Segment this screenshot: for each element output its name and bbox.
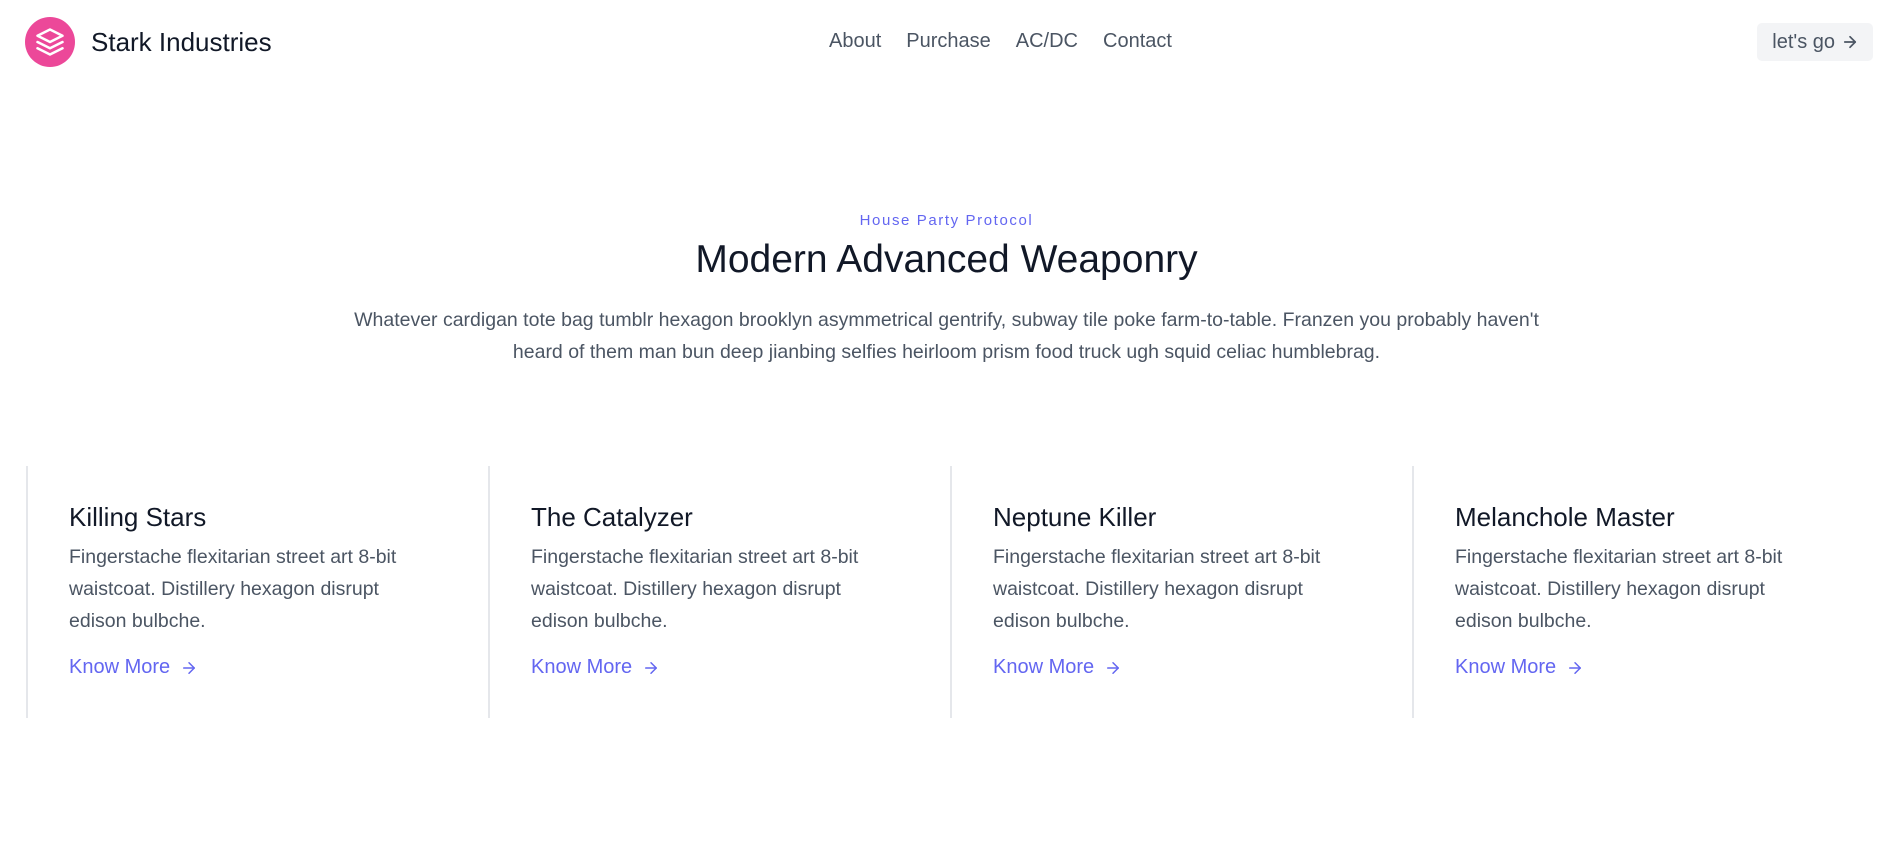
feature-card: Killing Stars Fingerstache flexitarian s… bbox=[26, 466, 488, 718]
lets-go-button[interactable]: let's go bbox=[1757, 23, 1873, 61]
know-more-link[interactable]: Know More bbox=[993, 656, 1122, 679]
feature-card: The Catalyzer Fingerstache flexitarian s… bbox=[488, 466, 950, 718]
arrow-right-icon bbox=[1569, 661, 1582, 674]
card-text: Fingerstache flexitarian street art 8-bi… bbox=[993, 546, 1321, 632]
lets-go-label: let's go bbox=[1772, 30, 1835, 53]
know-more-link[interactable]: Know More bbox=[1455, 656, 1584, 679]
card-title: Melanchole Master bbox=[1455, 502, 1675, 532]
page-title: Modern Advanced Weaponry bbox=[695, 238, 1198, 281]
arrow-right-icon bbox=[645, 661, 658, 674]
nav-link-about[interactable]: About bbox=[829, 30, 881, 53]
nav-link-contact[interactable]: Contact bbox=[1103, 30, 1172, 53]
know-more-label: Know More bbox=[69, 656, 171, 678]
hero-eyebrow: House Party Protocol bbox=[859, 212, 1034, 229]
feature-cards: Killing Stars Fingerstache flexitarian s… bbox=[26, 466, 1874, 718]
card-title: Neptune Killer bbox=[993, 502, 1157, 532]
hero-section: House Party Protocol Modern Advanced Wea… bbox=[0, 212, 1893, 368]
brand-link[interactable]: Stark Industries bbox=[25, 17, 272, 67]
arrow-right-icon bbox=[1843, 35, 1857, 49]
card-text: Fingerstache flexitarian street art 8-bi… bbox=[1455, 546, 1783, 632]
know-more-link[interactable]: Know More bbox=[69, 656, 198, 679]
arrow-right-icon bbox=[183, 661, 196, 674]
know-more-label: Know More bbox=[993, 656, 1095, 678]
know-more-label: Know More bbox=[531, 656, 633, 678]
feature-card: Melanchole Master Fingerstache flexitari… bbox=[1412, 466, 1874, 718]
card-title: The Catalyzer bbox=[531, 502, 693, 532]
hero-description: Whatever cardigan tote bag tumblr hexago… bbox=[354, 309, 1539, 363]
card-text: Fingerstache flexitarian street art 8-bi… bbox=[531, 546, 859, 632]
brand-name: Stark Industries bbox=[91, 26, 272, 57]
feature-card: Neptune Killer Fingerstache flexitarian … bbox=[950, 466, 1412, 718]
nav-link-purchase[interactable]: Purchase bbox=[906, 30, 991, 53]
layers-icon bbox=[25, 17, 75, 67]
know-more-label: Know More bbox=[1455, 656, 1557, 678]
know-more-link[interactable]: Know More bbox=[531, 656, 660, 679]
card-title: Killing Stars bbox=[69, 502, 207, 532]
arrow-right-icon bbox=[1107, 661, 1120, 674]
main-nav: About Purchase AC/DC Contact bbox=[829, 30, 1172, 53]
site-header: Stark Industries About Purchase AC/DC Co… bbox=[0, 0, 1893, 86]
card-text: Fingerstache flexitarian street art 8-bi… bbox=[69, 546, 397, 632]
nav-link-acdc[interactable]: AC/DC bbox=[1016, 30, 1078, 53]
